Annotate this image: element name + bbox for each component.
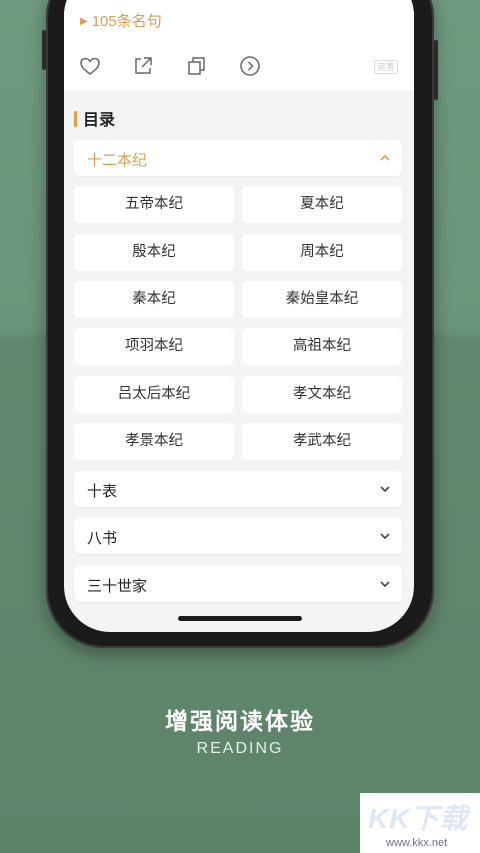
section-thirty-houses[interactable]: 三十世家 <box>74 566 402 602</box>
chevron-down-icon <box>380 486 390 493</box>
quote-count-label: 105条名句 <box>91 13 162 30</box>
phone-screen: ▶ 105条名句 完善 目录 十二本纪 五帝本纪 夏本纪 殷本纪 周本纪 秦本纪 … <box>64 0 414 632</box>
chapter-item[interactable]: 高祖本纪 <box>242 328 402 365</box>
action-bar: 完善 <box>78 54 400 78</box>
section-label: 八书 <box>87 530 118 547</box>
section-label: 三十世家 <box>87 578 148 595</box>
watermark-url: www.kkx.net <box>386 837 448 849</box>
section-eight-treatises[interactable]: 八书 <box>74 518 402 554</box>
section-label: 十二本纪 <box>87 152 148 169</box>
toc-title-bar <box>74 111 77 127</box>
chapter-item[interactable]: 秦本纪 <box>74 281 234 318</box>
phone-side-button <box>434 40 438 100</box>
watermark-text: KK下载 <box>368 803 469 834</box>
phone-volume-button <box>42 30 46 70</box>
toc-title: 目录 <box>74 106 115 130</box>
chapter-item[interactable]: 孝景本纪 <box>74 423 234 460</box>
chapter-item[interactable]: 殷本纪 <box>74 234 234 271</box>
section-label: 十表 <box>87 483 118 500</box>
chapter-item[interactable]: 周本纪 <box>242 234 402 271</box>
chevron-up-icon <box>380 154 390 161</box>
promo-caption: 增强阅读体验 <box>165 708 315 734</box>
next-circle-icon[interactable] <box>238 54 262 78</box>
chapter-item[interactable]: 五帝本纪 <box>74 186 234 223</box>
section-twelve-annals[interactable]: 十二本纪 <box>74 140 402 176</box>
chapter-item[interactable]: 孝文本纪 <box>242 376 402 413</box>
detail-header: ▶ 105条名句 完善 <box>64 0 414 90</box>
chapter-item[interactable]: 孝武本纪 <box>242 423 402 460</box>
toc-title-text: 目录 <box>83 112 116 129</box>
chapter-item[interactable]: 项羽本纪 <box>74 328 234 365</box>
chapter-item[interactable]: 吕太后本纪 <box>74 376 234 413</box>
chapter-item[interactable]: 秦始皇本纪 <box>242 281 402 318</box>
share-icon[interactable] <box>131 54 155 78</box>
section-ten-tables[interactable]: 十表 <box>74 471 402 507</box>
chapter-item[interactable]: 夏本纪 <box>242 186 402 223</box>
watermark-logo: KK下载 www.kkx.net <box>360 793 480 853</box>
chevron-down-icon <box>380 533 390 540</box>
perfect-badge[interactable]: 完善 <box>373 60 398 74</box>
copy-icon[interactable] <box>185 54 209 78</box>
heart-icon[interactable] <box>78 54 102 78</box>
triangle-right-icon: ▶ <box>80 16 88 27</box>
quote-count-link[interactable]: ▶ 105条名句 <box>80 10 162 31</box>
promo-subcaption: READING <box>196 740 284 757</box>
home-indicator[interactable] <box>178 616 302 621</box>
chevron-down-icon <box>380 581 390 588</box>
